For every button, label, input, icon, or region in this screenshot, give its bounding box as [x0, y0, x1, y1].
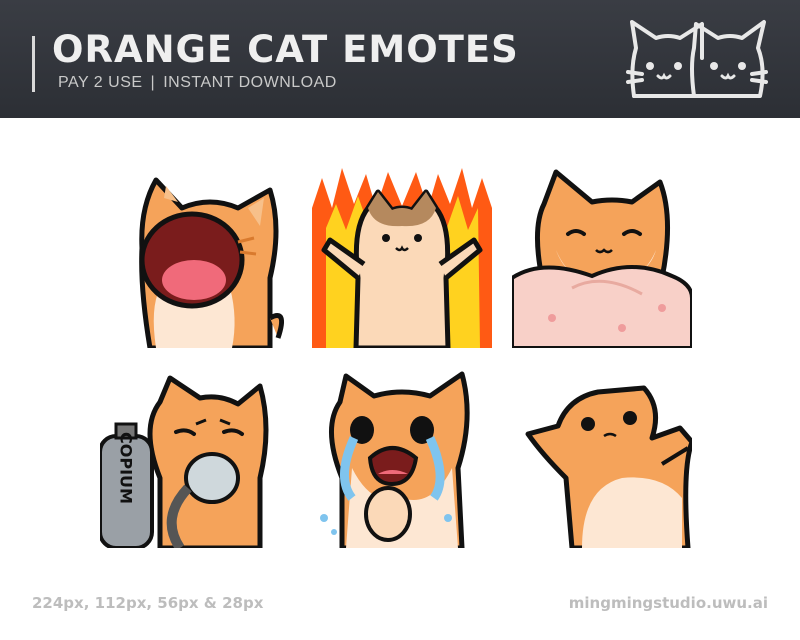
- size-info: 224px, 112px, 56px & 28px: [32, 594, 264, 612]
- screaming-cat-emote: [139, 177, 285, 348]
- lying-cat-emote: [525, 385, 692, 548]
- fire-cat-emote: [312, 168, 492, 348]
- blanket-cat-emote: [512, 169, 692, 348]
- copium-cat-emote: COPIUM: [100, 375, 269, 548]
- tank-label: COPIUM: [117, 432, 136, 504]
- crying-cat-emote: [320, 371, 470, 548]
- website-link[interactable]: mingmingstudio.uwu.ai: [569, 594, 768, 612]
- emote-grid: COPIUM: [0, 0, 800, 640]
